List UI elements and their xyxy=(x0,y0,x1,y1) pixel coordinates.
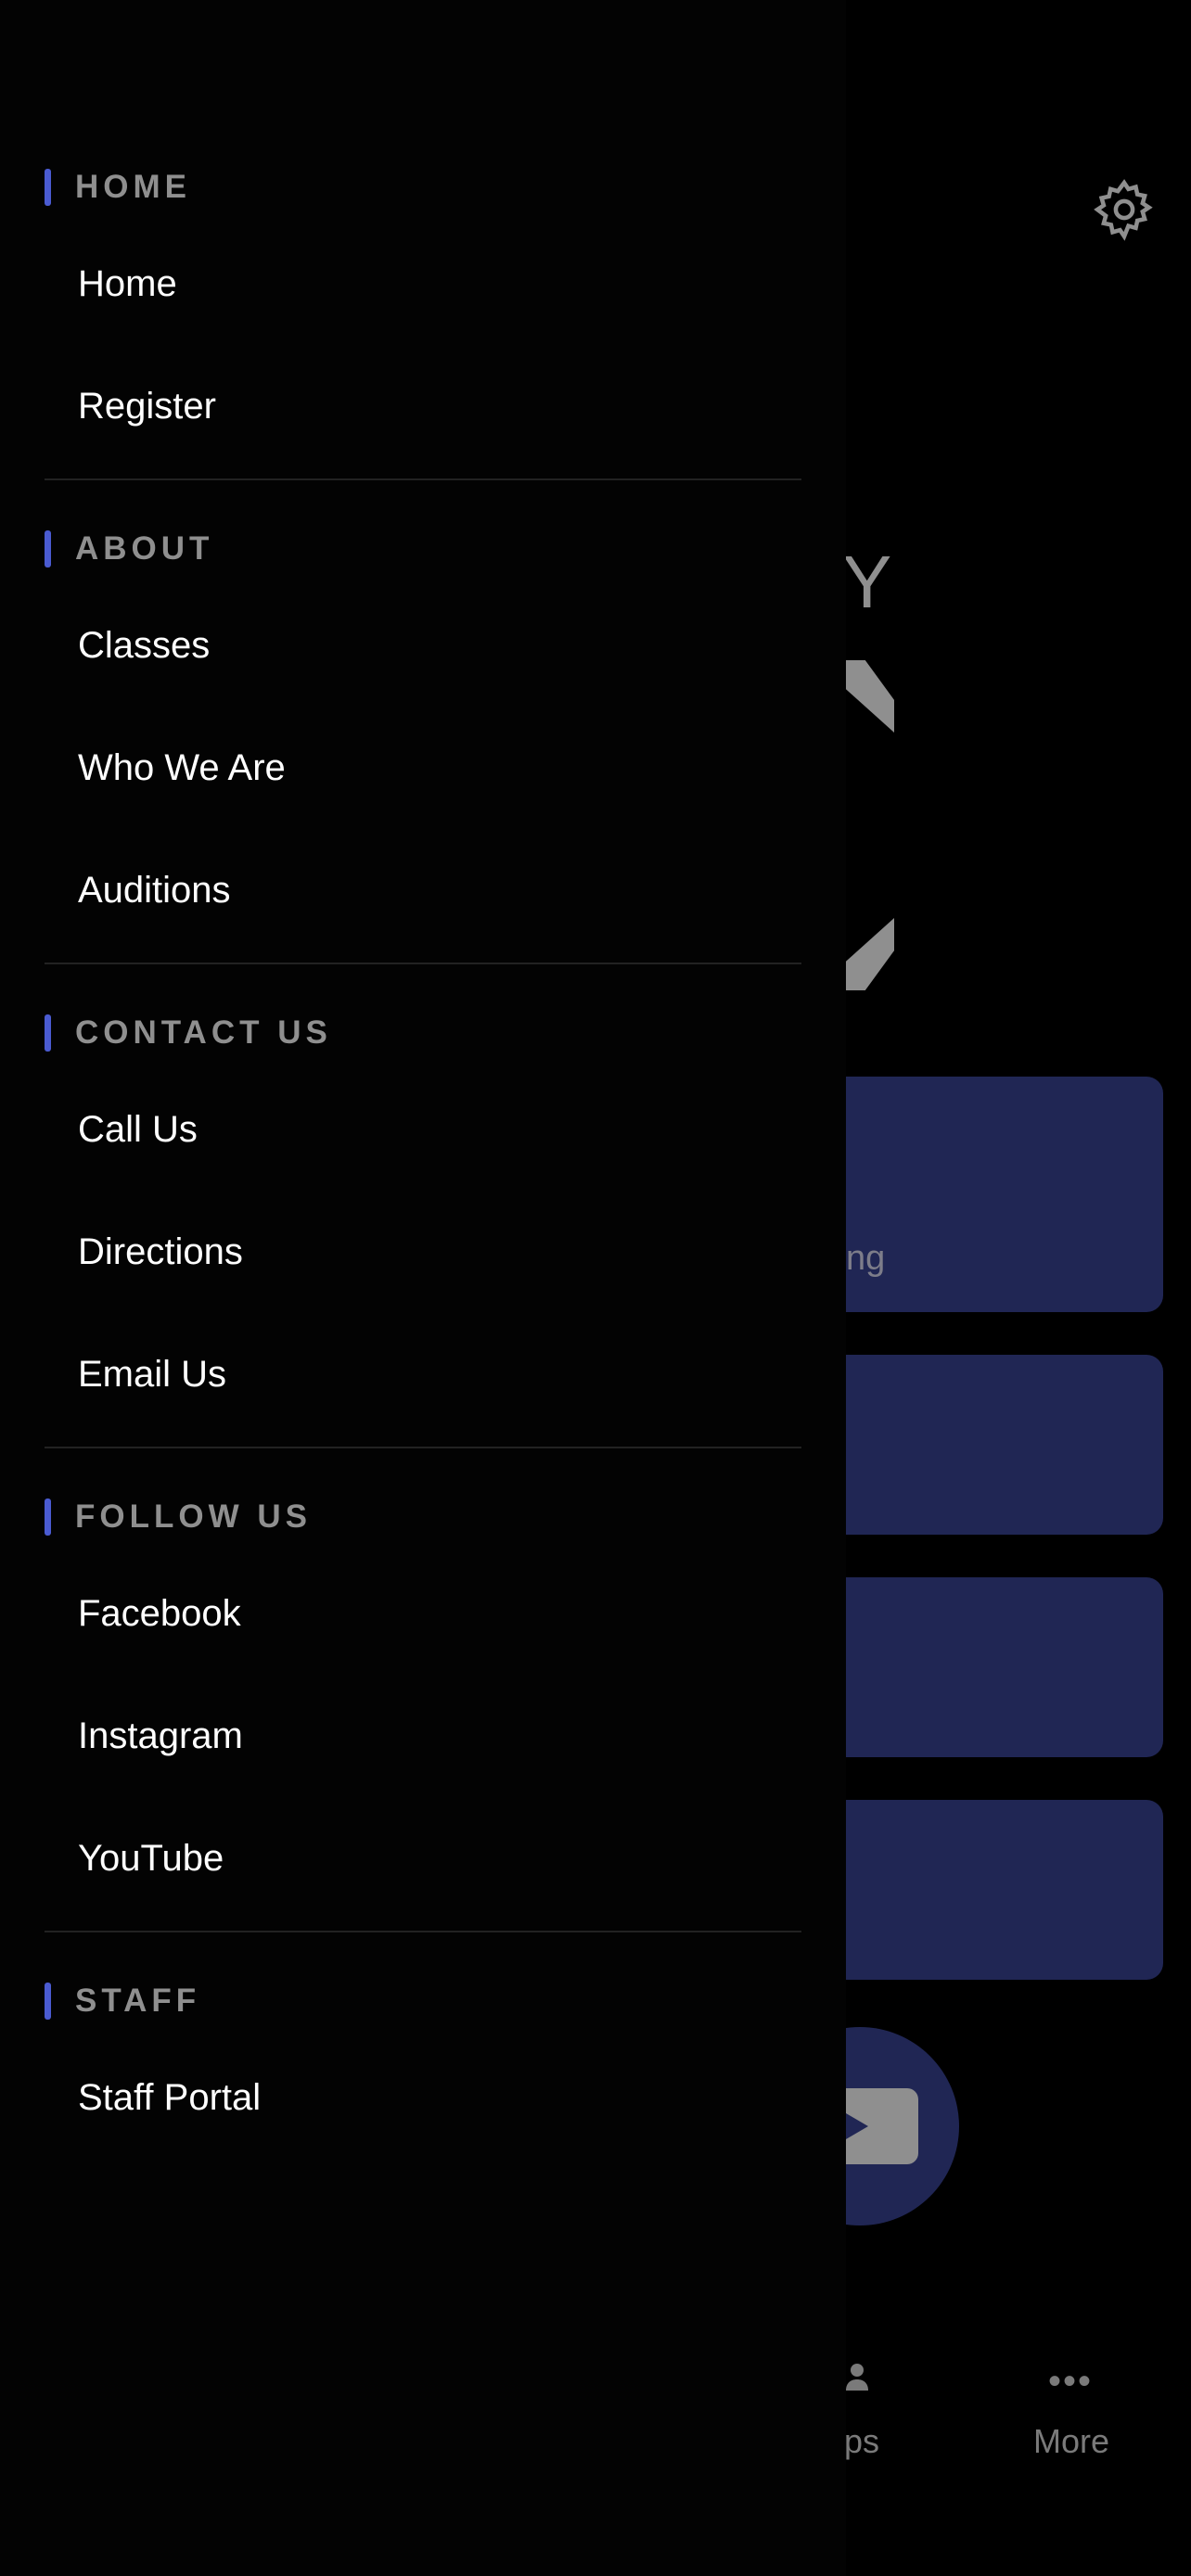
content-card[interactable] xyxy=(798,1577,1163,1757)
menu-item-call-us[interactable]: Call Us xyxy=(78,1111,198,1148)
section-title-contact-us: CONTACT US xyxy=(75,1014,332,1051)
section-accent-bar xyxy=(45,1014,51,1052)
groups-icon xyxy=(846,2364,868,2391)
content-card[interactable] xyxy=(798,1355,1163,1535)
menu-item-email-us[interactable]: Email Us xyxy=(78,1356,226,1393)
section-header-home: HOME xyxy=(45,169,191,206)
gear-icon[interactable] xyxy=(1093,178,1156,241)
section-accent-bar xyxy=(45,1983,51,2020)
section-header-about: ABOUT xyxy=(45,530,213,567)
section-header-follow-us: FOLLOW US xyxy=(45,1498,312,1536)
section-title-staff: STAFF xyxy=(75,1983,201,2019)
menu-item-directions[interactable]: Directions xyxy=(78,1233,243,1270)
menu-item-register[interactable]: Register xyxy=(78,388,216,425)
card-text: ng xyxy=(846,1239,886,1278)
section-divider xyxy=(45,478,801,480)
content-card[interactable] xyxy=(798,1800,1163,1980)
logo-letter: Y xyxy=(842,541,892,623)
section-divider xyxy=(45,963,801,964)
menu-item-auditions[interactable]: Auditions xyxy=(78,872,231,909)
logo-shape-bottom xyxy=(846,918,894,990)
navigation-drawer: HOME Home Register ABOUT Classes Who We … xyxy=(0,0,846,2576)
more-dots-icon[interactable]: ••• xyxy=(1048,2363,1093,2400)
section-header-contact-us: CONTACT US xyxy=(45,1014,332,1052)
menu-item-facebook[interactable]: Facebook xyxy=(78,1595,241,1632)
section-accent-bar xyxy=(45,1498,51,1536)
section-title-about: ABOUT xyxy=(75,530,214,567)
section-title-follow-us: FOLLOW US xyxy=(75,1498,312,1535)
section-header-staff: STAFF xyxy=(45,1983,200,2020)
menu-item-youtube[interactable]: YouTube xyxy=(78,1840,224,1877)
menu-item-instagram[interactable]: Instagram xyxy=(78,1717,243,1754)
section-accent-bar xyxy=(45,169,51,206)
section-accent-bar xyxy=(45,530,51,567)
logo-shape-top xyxy=(846,660,894,733)
section-divider xyxy=(45,1931,801,1932)
menu-item-staff-portal[interactable]: Staff Portal xyxy=(78,2079,261,2116)
section-divider xyxy=(45,1447,801,1448)
section-title-home: HOME xyxy=(75,169,191,205)
tab-more-label[interactable]: More xyxy=(1033,2422,1109,2461)
menu-item-home[interactable]: Home xyxy=(78,265,177,302)
menu-item-who-we-are[interactable]: Who We Are xyxy=(78,749,286,786)
menu-item-classes[interactable]: Classes xyxy=(78,627,210,664)
